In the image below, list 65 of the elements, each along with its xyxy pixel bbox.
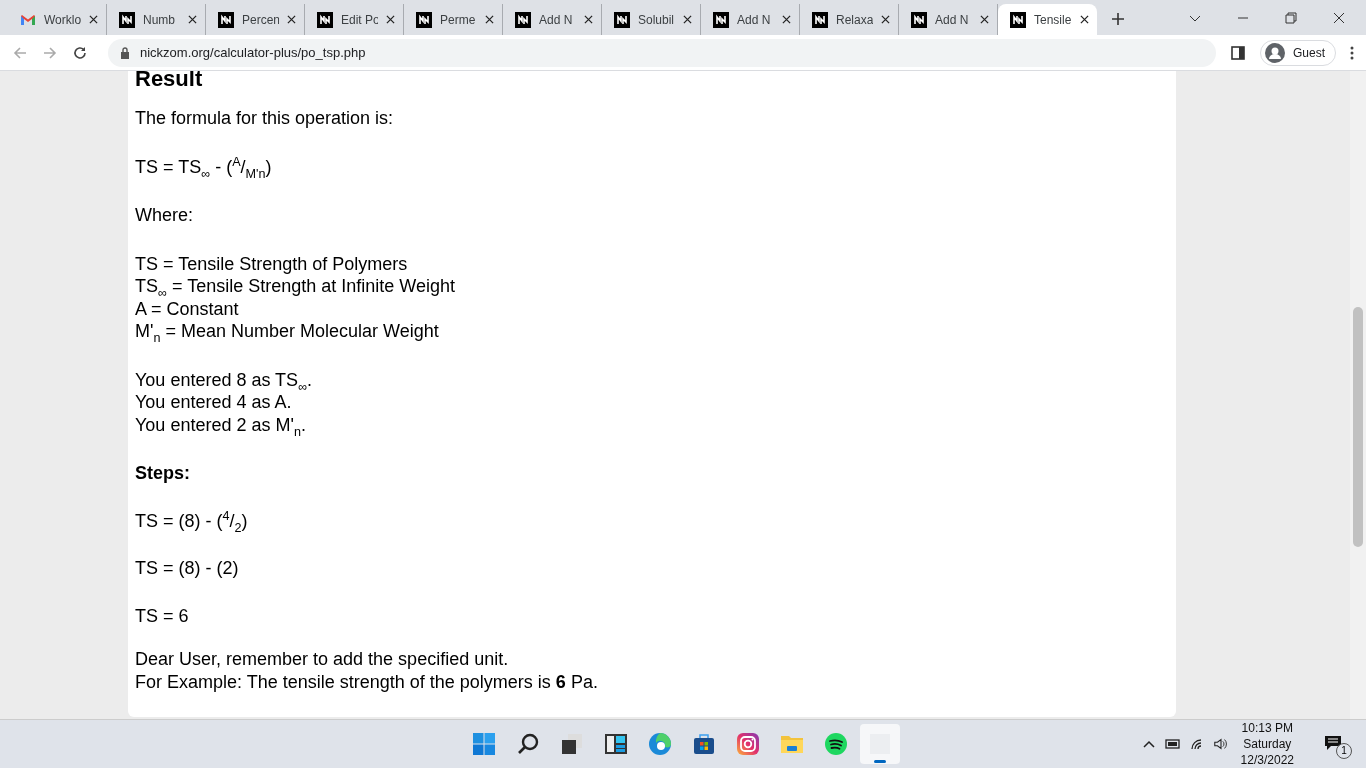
step-text: TS = (8) - (2) bbox=[135, 557, 239, 580]
close-icon[interactable] bbox=[1080, 15, 1089, 24]
avatar-icon bbox=[1265, 42, 1285, 63]
time-text: 10:13 PM bbox=[1241, 720, 1293, 736]
task-view-icon bbox=[560, 732, 584, 756]
date-text: 12/3/2022 bbox=[1240, 752, 1294, 768]
address-bar[interactable]: nickzom.org/calculator-plus/po_tsp.php bbox=[108, 38, 1216, 67]
entered-value-text: You entered 2 as M'$_{n}$. bbox=[135, 413, 306, 436]
close-icon[interactable] bbox=[1332, 11, 1346, 25]
notification-icon[interactable] bbox=[1324, 735, 1342, 751]
volume-icon[interactable] bbox=[1212, 737, 1229, 751]
logo-icon bbox=[812, 11, 828, 28]
active-indicator bbox=[874, 760, 886, 763]
where-label: Where: bbox=[135, 204, 194, 227]
day-text: Saturday bbox=[1243, 736, 1292, 752]
logo-icon bbox=[416, 11, 432, 28]
logo-icon bbox=[119, 11, 135, 28]
menu-icon[interactable] bbox=[1350, 44, 1354, 61]
new-tab-icon[interactable] bbox=[1111, 12, 1125, 26]
logo-icon bbox=[218, 11, 234, 28]
reload-icon[interactable] bbox=[72, 44, 88, 61]
logo-icon bbox=[614, 11, 630, 28]
close-icon[interactable] bbox=[782, 15, 791, 24]
widgets-icon bbox=[604, 732, 628, 756]
notification-count: 1 bbox=[1336, 743, 1352, 759]
note-text: For Example: The tensile strength of the polymers is 6 Pa. bbox=[135, 670, 598, 693]
definition-text: A = Constant bbox=[135, 297, 239, 320]
step-text: TS = 6 bbox=[135, 604, 189, 627]
camera-icon bbox=[736, 732, 760, 756]
close-icon[interactable] bbox=[584, 15, 593, 24]
close-icon[interactable] bbox=[980, 15, 989, 24]
scrollbar-thumb[interactable] bbox=[1353, 307, 1363, 547]
intro-text: The formula for this operation is: bbox=[135, 107, 394, 130]
logo-icon bbox=[317, 11, 333, 28]
close-icon[interactable] bbox=[881, 15, 890, 24]
side-panel-icon[interactable] bbox=[1230, 44, 1246, 61]
logo-icon bbox=[515, 11, 531, 28]
logo-icon bbox=[713, 11, 729, 28]
store-icon bbox=[692, 732, 716, 756]
entered-value-text: You entered 8 as TS$_{∞}$. bbox=[135, 368, 313, 391]
logo-icon bbox=[911, 11, 927, 28]
close-icon[interactable] bbox=[683, 15, 692, 24]
close-icon[interactable] bbox=[89, 15, 98, 24]
entered-value-text: You entered 4 as A. bbox=[135, 391, 292, 414]
music-icon bbox=[824, 732, 848, 756]
close-icon[interactable] bbox=[386, 15, 395, 24]
close-icon[interactable] bbox=[485, 15, 494, 24]
definition-text: M'$_{n}$ = Mean Number Molecular Weight bbox=[135, 320, 439, 343]
windows-icon bbox=[472, 732, 496, 756]
steps-heading: Steps: bbox=[135, 462, 190, 485]
search-icon bbox=[516, 732, 540, 756]
close-icon[interactable] bbox=[188, 15, 197, 24]
definition-text: TS$_{∞}$ = Tensile Strength at Infinite Weight bbox=[135, 275, 455, 298]
restore-icon[interactable] bbox=[1284, 11, 1298, 25]
browser-icon bbox=[648, 732, 672, 756]
lock-icon bbox=[120, 46, 130, 59]
browser-tab[interactable]: Tensile bbox=[998, 4, 1097, 35]
clock[interactable]: 10:13 PM Saturday 12/3/2022 bbox=[1240, 720, 1294, 768]
formula-text: TS = TS$_{∞}$ - ($^{A}$/$_{M'n}$) bbox=[135, 155, 272, 178]
close-icon[interactable] bbox=[287, 15, 296, 24]
battery-icon[interactable] bbox=[1164, 737, 1181, 751]
definition-text: TS = Tensile Strength of Polymers bbox=[135, 252, 408, 275]
note-text: Dear User, remember to add the specified unit. bbox=[135, 648, 509, 671]
logo-icon bbox=[1010, 11, 1026, 28]
step-text: TS = (8) - ($^{4}$/$_{2}$) bbox=[135, 509, 248, 532]
